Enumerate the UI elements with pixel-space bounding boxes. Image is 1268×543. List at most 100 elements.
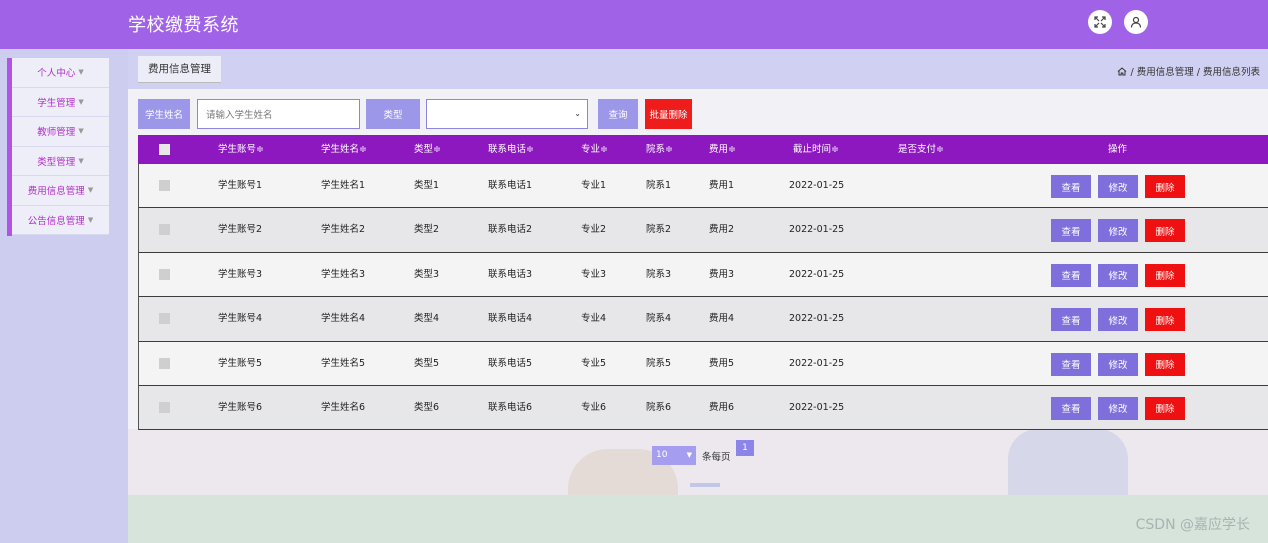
sidebar-item-label: 教师管理 (37, 127, 76, 139)
cell-major: 专业3 (581, 268, 607, 280)
type-label: 类型 (366, 99, 420, 129)
page-title: 费用信息管理 (138, 56, 221, 83)
page-header: 费用信息管理 / 费用信息管理 / 费用信息列表 (128, 49, 1268, 89)
cell-account: 学生账号5 (218, 357, 263, 369)
edit-button[interactable]: 修改 (1098, 396, 1138, 420)
cell-major: 专业5 (581, 357, 607, 369)
delete-button[interactable]: 删除 (1145, 396, 1185, 420)
delete-button[interactable]: 删除 (1145, 263, 1185, 287)
view-button[interactable]: 查看 (1051, 263, 1091, 287)
view-button[interactable]: 查看 (1051, 396, 1091, 420)
view-button[interactable]: 查看 (1051, 219, 1091, 243)
col-header-fee[interactable]: 费用≑ (709, 135, 736, 164)
edit-button[interactable]: 修改 (1098, 263, 1138, 287)
fullscreen-icon[interactable] (1088, 10, 1112, 34)
main-content: 费用信息管理 / 费用信息管理 / 费用信息列表 学生姓名 请输入学生姓名 类型… (128, 49, 1268, 543)
view-button[interactable]: 查看 (1051, 175, 1091, 198)
sidebar-item-students[interactable]: 学生管理 ▼ (12, 87, 109, 117)
cell-phone: 联系电话5 (488, 357, 533, 369)
col-header-actions: 操作 (1108, 144, 1128, 155)
cell-name: 学生姓名1 (321, 180, 366, 191)
page-number-button[interactable]: 1 (736, 440, 754, 456)
cell-phone: 联系电话3 (488, 268, 533, 280)
cell-deadline: 2022-01-25 (789, 224, 845, 236)
cell-account: 学生账号4 (218, 313, 263, 325)
cell-type: 类型1 (414, 180, 440, 191)
col-header-name[interactable]: 学生姓名≑ (321, 135, 367, 164)
view-button[interactable]: 查看 (1051, 308, 1091, 332)
col-header-account[interactable]: 学生账号≑ (218, 135, 264, 164)
cell-type: 类型5 (414, 357, 440, 369)
cell-dept: 院系1 (646, 180, 672, 191)
row-checkbox[interactable] (159, 224, 170, 236)
sidebar-item-label: 费用信息管理 (27, 186, 85, 198)
cell-fee: 费用5 (709, 357, 735, 369)
footer-band (128, 495, 1268, 543)
col-header-dept[interactable]: 院系≑ (646, 135, 673, 164)
edit-button[interactable]: 修改 (1098, 308, 1138, 332)
cell-major: 专业2 (581, 224, 607, 236)
row-checkbox[interactable] (159, 357, 170, 369)
table-row: 学生账号3 学生姓名3 类型3 联系电话3 专业3 院系3 费用3 2022-0… (138, 252, 1268, 298)
sidebar-item-teachers[interactable]: 教师管理 ▼ (12, 117, 109, 147)
cell-dept: 院系6 (646, 401, 672, 413)
table-row: 学生账号2 学生姓名2 类型2 联系电话2 专业2 院系2 费用2 2022-0… (138, 208, 1268, 253)
type-select[interactable]: ⌄ (426, 99, 588, 129)
caret-down-icon: ▼ (78, 156, 84, 165)
cell-fee: 费用6 (709, 401, 735, 413)
cell-name: 学生姓名4 (321, 313, 366, 325)
cell-major: 专业6 (581, 401, 607, 413)
row-checkbox[interactable] (159, 268, 170, 280)
cell-dept: 院系2 (646, 224, 672, 236)
batch-delete-button[interactable]: 批量删除 (645, 99, 692, 129)
cell-fee: 费用2 (709, 224, 735, 236)
col-header-phone[interactable]: 联系电话≑ (488, 135, 534, 164)
cell-fee: 费用1 (709, 180, 735, 191)
student-name-label: 学生姓名 (138, 99, 190, 129)
home-icon[interactable] (1117, 67, 1127, 76)
sidebar-item-label: 个人中心 (37, 68, 76, 80)
delete-button[interactable]: 删除 (1145, 175, 1185, 198)
col-header-deadline[interactable]: 截止时间≑ (793, 135, 839, 164)
student-name-input[interactable]: 请输入学生姓名 (197, 99, 360, 129)
cell-name: 学生姓名2 (321, 224, 366, 236)
sidebar-item-types[interactable]: 类型管理 ▼ (12, 146, 109, 176)
breadcrumb: / 费用信息管理 / 费用信息列表 (1117, 64, 1260, 78)
cell-fee: 费用4 (709, 313, 735, 325)
delete-button[interactable]: 删除 (1145, 219, 1185, 243)
sidebar-item-notices[interactable]: 公告信息管理 ▼ (12, 205, 109, 235)
top-bar: 学校缴费系统 (0, 0, 1268, 49)
caret-down-icon: ▼ (78, 97, 84, 106)
cell-major: 专业4 (581, 313, 607, 325)
edit-button[interactable]: 修改 (1098, 175, 1138, 198)
cell-name: 学生姓名5 (321, 357, 366, 369)
edit-button[interactable]: 修改 (1098, 219, 1138, 243)
cell-phone: 联系电话4 (488, 313, 533, 325)
user-icon[interactable] (1124, 10, 1148, 34)
cell-account: 学生账号1 (218, 180, 263, 191)
delete-button[interactable]: 删除 (1145, 352, 1185, 376)
sidebar-item-fees[interactable]: 费用信息管理 ▼ (12, 176, 109, 206)
caret-down-icon: ▼ (78, 127, 84, 136)
illustration-shape (1008, 429, 1128, 495)
chevron-down-icon: ⌄ (574, 109, 581, 118)
page-size-value: 10 (656, 450, 668, 460)
breadcrumb-level1[interactable]: 费用信息管理 (1137, 67, 1194, 78)
col-header-type[interactable]: 类型≑ (414, 135, 441, 164)
query-button[interactable]: 查询 (598, 99, 638, 129)
col-header-paid[interactable]: 是否支付≑ (898, 135, 944, 164)
view-button[interactable]: 查看 (1051, 352, 1091, 376)
delete-button[interactable]: 删除 (1145, 308, 1185, 332)
row-checkbox[interactable] (159, 313, 170, 325)
select-all-checkbox[interactable] (159, 144, 170, 155)
row-checkbox[interactable] (159, 180, 170, 191)
col-header-major[interactable]: 专业≑ (581, 135, 608, 164)
sidebar-item-label: 公告信息管理 (27, 215, 85, 227)
sidebar-item-personal-center[interactable]: 个人中心 ▼ (12, 58, 109, 88)
breadcrumb-separator: / (1196, 67, 1200, 78)
row-checkbox[interactable] (159, 401, 170, 413)
edit-button[interactable]: 修改 (1098, 352, 1138, 376)
page-size-select[interactable]: 10 ▼ (652, 446, 696, 465)
cell-deadline: 2022-01-25 (789, 268, 845, 280)
sidebar: 个人中心 ▼ 学生管理 ▼ 教师管理 ▼ 类型管理 ▼ 费用信息管理 ▼ 公告信息管理 ▼ (7, 58, 109, 236)
